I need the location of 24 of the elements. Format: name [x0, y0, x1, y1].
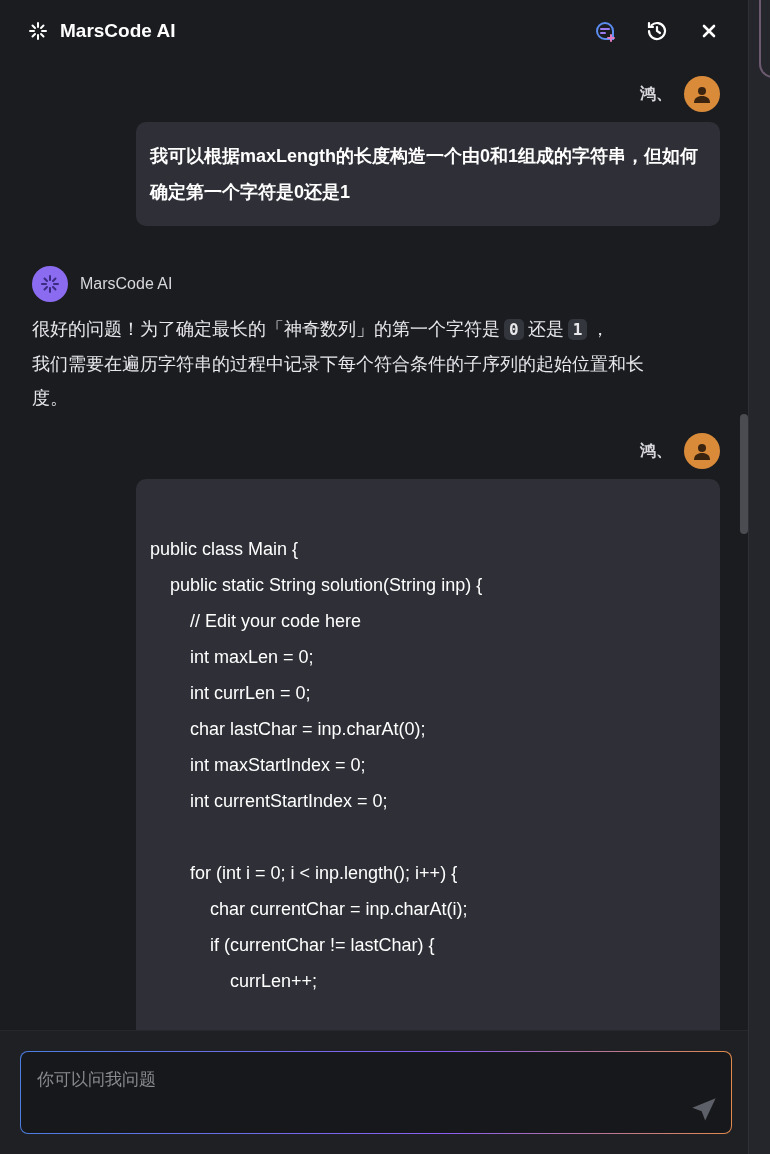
code-line: if (currentChar != lastChar) { [209, 934, 436, 957]
code-line: int maxLen = 0; [189, 646, 315, 669]
code-line: char lastChar = inp.charAt(0); [189, 718, 427, 741]
user-avatar [684, 433, 720, 469]
sparkle-logo-icon [28, 21, 48, 41]
code-line: int currLen = 0; [189, 682, 312, 705]
panel-title: MarsCode AI [60, 20, 177, 42]
code-line: int currentStartIndex = 0; [189, 790, 389, 813]
code-line: char currentChar = inp.charAt(i); [209, 898, 469, 921]
code-line: currLen++; [229, 970, 319, 993]
code-line: public static String solution(String inp) { [169, 574, 484, 597]
user-name: 鸿、 [640, 440, 672, 461]
message-input[interactable]: 你可以问我问题 [20, 1051, 732, 1134]
assistant-name: MarsCode AI [80, 275, 173, 293]
code-line: // Edit your code here [189, 610, 363, 633]
scrollbar[interactable] [740, 414, 748, 534]
user-message: 我可以根据maxLength的长度构造一个由0和1组成的字符串，但如何确定第一个字符是0还是1 [136, 122, 720, 226]
assistant-message: 很好的问题！为了确定最长的「神奇数列」的第一个字符是 0 还是 1 ， 我们需要在遍历字符串的过程中记录下每个符合条件的子序列的起始位置和长度。 [32, 317, 645, 410]
bot-avatar [32, 266, 68, 302]
code-line: public class Main { [150, 538, 300, 561]
code-line: for (int i = 0; i < inp.length(); i++) { [189, 862, 459, 885]
user-name: 鸿、 [640, 83, 672, 104]
user-avatar [684, 76, 720, 112]
code-line: int maxStartIndex = 0; [189, 754, 367, 777]
